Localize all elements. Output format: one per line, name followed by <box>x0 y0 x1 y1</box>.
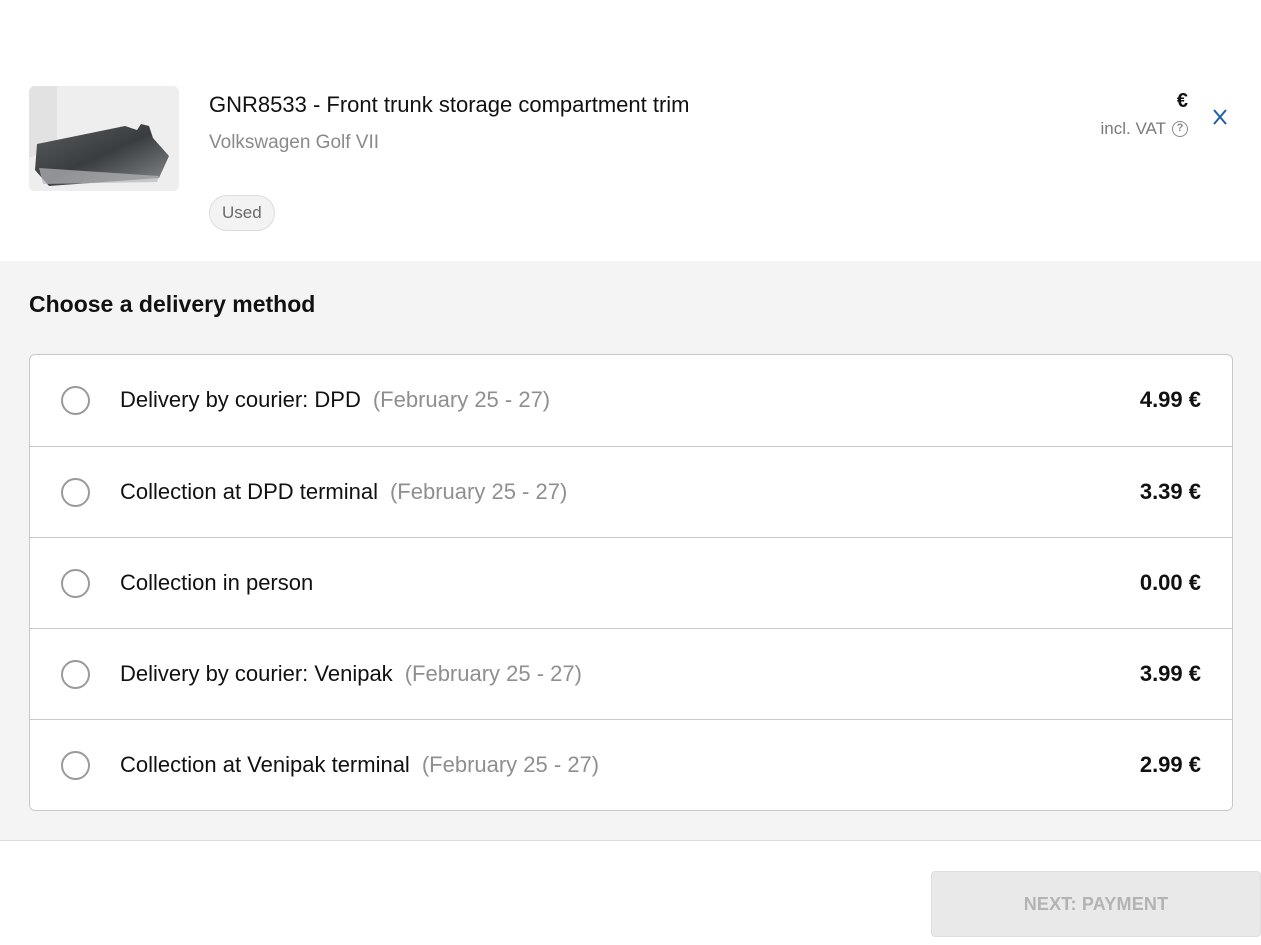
vat-label: incl. VAT <box>1100 119 1167 138</box>
option-date: (February 25 - 27) <box>389 479 568 504</box>
option-price: 3.99 € <box>1139 661 1201 686</box>
option-label: Collection at Venipak terminal <box>120 752 410 777</box>
option-price: 2.99 € <box>1139 752 1201 777</box>
delivery-option-dpd-terminal[interactable]: Collection at DPD terminal (February 25 -… <box>30 446 1232 537</box>
delivery-option-in-person[interactable]: Collection in person 0.00 € <box>30 537 1232 628</box>
delivery-options-list: Delivery by courier: DPD (February 25 - 2… <box>29 354 1233 811</box>
option-text: Collection in person <box>120 570 313 596</box>
option-price: 0.00 € <box>1139 570 1201 595</box>
radio-button[interactable] <box>61 386 90 415</box>
help-icon[interactable]: ? <box>1172 121 1188 137</box>
option-label: Collection at DPD terminal <box>120 479 378 504</box>
radio-button[interactable] <box>61 660 90 689</box>
product-price: € <box>1176 90 1188 112</box>
option-date: (February 25 - 27) <box>372 387 551 412</box>
delivery-heading: Choose a delivery method <box>29 291 316 317</box>
radio-button[interactable] <box>61 569 90 598</box>
option-text: Collection at DPD terminal (February 25 -… <box>120 479 567 505</box>
product-summary: GNR8533 - Front trunk storage compartmen… <box>0 0 1261 261</box>
option-text: Collection at Venipak terminal (February … <box>120 752 599 778</box>
option-label: Delivery by courier: DPD <box>120 387 361 412</box>
product-title: GNR8533 - Front trunk storage compartmen… <box>209 92 690 117</box>
product-vehicle: Volkswagen Golf VII <box>209 132 380 153</box>
option-price: 4.99 € <box>1139 387 1201 412</box>
option-date: (February 25 - 27) <box>421 752 600 777</box>
next-payment-button[interactable]: NEXT: PAYMENT <box>931 871 1261 937</box>
close-icon[interactable] <box>1208 105 1232 129</box>
radio-button[interactable] <box>61 751 90 780</box>
option-text: Delivery by courier: DPD (February 25 - 2… <box>120 387 550 413</box>
option-price: 3.39 € <box>1139 479 1201 504</box>
vat-note: incl. VAT ? <box>1100 119 1188 139</box>
delivery-option-venipak-courier[interactable]: Delivery by courier: Venipak (February 25… <box>30 628 1232 719</box>
option-label: Delivery by courier: Venipak <box>120 661 393 686</box>
delivery-option-venipak-terminal[interactable]: Collection at Venipak terminal (February … <box>30 719 1232 810</box>
delivery-method-panel: Choose a delivery method Delivery by cou… <box>0 261 1261 841</box>
condition-badge: Used <box>209 195 275 231</box>
product-thumbnail <box>29 86 179 191</box>
option-text: Delivery by courier: Venipak (February 25… <box>120 661 582 687</box>
delivery-option-dpd-courier[interactable]: Delivery by courier: DPD (February 25 - 2… <box>30 355 1232 446</box>
radio-button[interactable] <box>61 478 90 507</box>
option-label: Collection in person <box>120 570 314 595</box>
option-date: (February 25 - 27) <box>404 661 582 686</box>
